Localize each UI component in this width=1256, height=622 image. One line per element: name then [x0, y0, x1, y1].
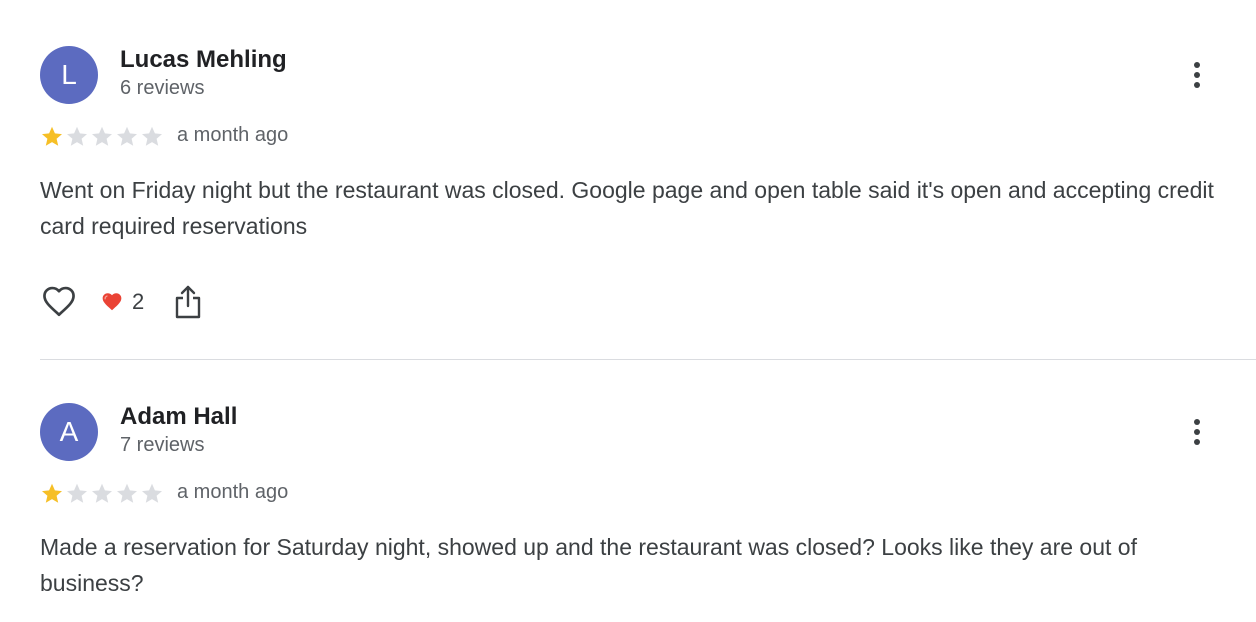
star-empty-icon [92, 126, 112, 146]
heart-outline-icon[interactable] [40, 284, 78, 320]
star-empty-icon [117, 126, 137, 146]
share-icon[interactable] [174, 285, 202, 319]
star-empty-icon [142, 483, 162, 503]
avatar[interactable]: L [40, 46, 98, 104]
star-rating [40, 125, 164, 147]
more-options-button[interactable] [1182, 414, 1212, 450]
more-vert-icon-dot [1194, 72, 1200, 78]
star-empty-icon [142, 126, 162, 146]
review-actions: 2 [40, 282, 202, 322]
star-empty-icon [92, 483, 112, 503]
review-text: Went on Friday night but the restaurant … [40, 177, 1214, 239]
star-rating [40, 482, 164, 504]
review-time: a month ago [177, 481, 289, 503]
author-review-count[interactable]: 6 reviews [120, 77, 204, 100]
more-options-button[interactable] [1182, 57, 1212, 93]
author-review-count[interactable]: 7 reviews [120, 434, 204, 457]
reaction-summary[interactable]: 2 [100, 289, 144, 315]
star-filled-icon [42, 126, 62, 146]
review-divider [40, 359, 1256, 360]
author-name[interactable]: Adam Hall [120, 403, 237, 431]
more-vert-icon-dot [1194, 429, 1200, 435]
red-heart-icon [102, 293, 122, 311]
review-text: Made a reservation for Saturday night, s… [40, 534, 1137, 596]
star-empty-icon [67, 483, 87, 503]
more-vert-icon-dot [1194, 82, 1200, 88]
star-empty-icon [117, 483, 137, 503]
avatar[interactable]: A [40, 403, 98, 461]
star-empty-icon [67, 126, 87, 146]
star-filled-icon [42, 483, 62, 503]
more-vert-icon [1194, 62, 1200, 68]
more-vert-icon [1194, 419, 1200, 425]
reaction-count: 2 [132, 289, 145, 314]
review-time: a month ago [177, 124, 289, 146]
more-vert-icon-dot [1194, 439, 1200, 445]
author-name[interactable]: Lucas Mehling [120, 46, 287, 74]
